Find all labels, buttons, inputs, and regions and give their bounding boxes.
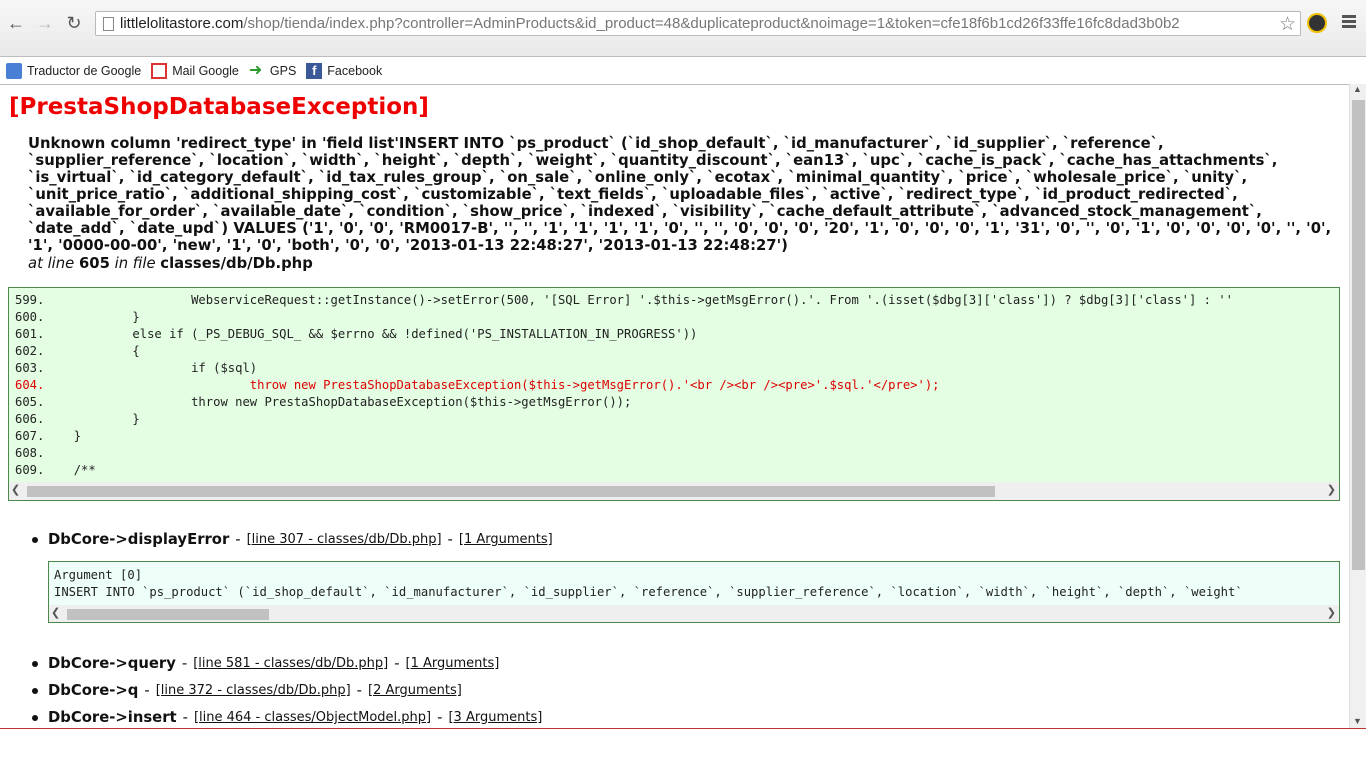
trace-item: DbCore->displayError - [line 307 - class…	[32, 531, 553, 548]
scroll-right-icon[interactable]: ❯	[1327, 483, 1336, 496]
error-location: at line 605 in file classes/db/Db.php	[28, 255, 313, 272]
exception-title: [PrestaShopDatabaseException]	[9, 94, 429, 120]
bookmark-label: Traductor de Google	[27, 64, 142, 78]
trace-item: DbCore->insert - [line 464 - classes/Obj…	[32, 709, 542, 726]
at-line-label: at line	[28, 255, 75, 272]
translate-icon	[6, 63, 22, 79]
bookmark-label: GPS	[269, 64, 297, 78]
bookmark-star-icon[interactable]: ☆	[1279, 13, 1296, 36]
reload-icon: ↻	[66, 12, 82, 33]
arrow-icon: ➜	[248, 62, 263, 79]
argument-value: INSERT INTO `ps_product` (`id_shop_defau…	[54, 585, 1243, 599]
scroll-left-icon[interactable]: ❮	[11, 483, 20, 496]
scrollbar-thumb[interactable]	[27, 486, 995, 497]
trace-args-link[interactable]: [3 Arguments]	[448, 710, 542, 725]
forward-button[interactable]: →	[33, 11, 57, 35]
gmail-icon	[151, 63, 168, 79]
reload-button[interactable]: ↻	[62, 11, 86, 35]
trace-item: DbCore->query - [line 581 - classes/db/D…	[32, 655, 499, 672]
trace-args-link[interactable]: [1 Arguments]	[406, 656, 500, 671]
error-line-number: 605	[79, 255, 110, 272]
code-line: 604. throw new PrestaShopDatabaseExcepti…	[15, 378, 940, 392]
facebook-icon: f	[306, 63, 323, 79]
url-text[interactable]: littlelolitastore.com/shop/tienda/index.…	[120, 15, 1180, 32]
scrollbar-thumb[interactable]	[67, 609, 269, 620]
forward-arrow-icon: →	[36, 12, 54, 33]
trace-line-link[interactable]: [line 464 - classes/ObjectModel.php]	[194, 710, 431, 725]
code-line: 601. else if (_PS_DEBUG_SQL_ && $errno &…	[15, 327, 698, 341]
browser-toolbar: ← → ↻ littlelolitastore.com/shop/tienda/…	[0, 0, 1366, 57]
divider	[0, 728, 1366, 729]
code-line: 603. if ($sql)	[15, 361, 258, 375]
code-excerpt: 599. WebserviceRequest::getInstance()->s…	[8, 287, 1340, 501]
bookmark-gmail[interactable]: Mail Google	[151, 60, 239, 82]
error-file: classes/db/Db.php	[160, 255, 313, 272]
trace-function: DbCore->query	[48, 655, 176, 672]
code-line: 607. }	[15, 429, 82, 443]
bookmarks-bar: Traductor de Google Mail Google ➜ GPS f Fa…	[0, 60, 382, 82]
code-line: 606. }	[15, 412, 140, 426]
code-line: 605. throw new PrestaShopDatabaseExcepti…	[15, 395, 632, 409]
bookmark-label: Facebook	[327, 64, 383, 78]
bookmark-gps[interactable]: ➜ GPS	[249, 60, 296, 82]
bullet-icon	[32, 714, 38, 721]
scroll-left-icon[interactable]: ❮	[51, 606, 60, 619]
argument-box: Argument [0] INSERT INTO `ps_product` (`…	[48, 561, 1340, 623]
bookmark-label: Mail Google	[172, 64, 239, 78]
trace-line-link[interactable]: [line 581 - classes/db/Db.php]	[193, 656, 388, 671]
code-line: 608.	[15, 446, 45, 460]
trace-function: DbCore->q	[48, 682, 139, 699]
trace-item: DbCore->q - [line 372 - classes/db/Db.ph…	[32, 682, 462, 699]
trace-function: DbCore->displayError	[48, 531, 230, 548]
page-viewport: [PrestaShopDatabaseException] Unknown co…	[0, 84, 1349, 728]
address-bar[interactable]: littlelolitastore.com/shop/tienda/index.…	[95, 11, 1301, 36]
trace-args-link[interactable]: [1 Arguments]	[459, 532, 553, 547]
trace-function: DbCore->insert	[48, 709, 177, 726]
menu-icon[interactable]	[1342, 15, 1356, 30]
code-line: 602. {	[15, 344, 140, 358]
url-host: littlelolitastore.com	[120, 15, 244, 32]
bullet-icon	[32, 660, 38, 667]
horizontal-scrollbar[interactable]: ❮ ❯	[49, 605, 1339, 622]
in-file-label: in file	[114, 255, 156, 272]
scroll-down-icon[interactable]: ▼	[1353, 716, 1362, 726]
bullet-icon	[32, 687, 38, 694]
bullet-icon	[32, 536, 38, 543]
page-icon	[96, 16, 120, 31]
url-path: /shop/tienda/index.php?controller=AdminP…	[243, 15, 1180, 32]
trace-line-link[interactable]: [line 372 - classes/db/Db.php]	[156, 683, 351, 698]
code-line: 599. WebserviceRequest::getInstance()->s…	[15, 293, 1234, 307]
scroll-right-icon[interactable]: ❯	[1327, 606, 1336, 619]
horizontal-scrollbar[interactable]: ❮ ❯	[9, 482, 1339, 500]
trace-args-link[interactable]: [2 Arguments]	[368, 683, 462, 698]
code-line: 600. }	[15, 310, 140, 324]
bookmark-translate[interactable]: Traductor de Google	[6, 60, 141, 82]
scrollbar-thumb[interactable]	[1352, 100, 1365, 570]
code-line: 609. /**	[15, 463, 96, 477]
argument-label: Argument [0]	[54, 568, 143, 582]
back-button[interactable]: ←	[4, 11, 28, 35]
extension-icon[interactable]	[1307, 13, 1327, 33]
back-arrow-icon: ←	[7, 12, 25, 33]
error-message: Unknown column 'redirect_type' in 'field…	[28, 135, 1332, 254]
trace-line-link[interactable]: [line 307 - classes/db/Db.php]	[247, 532, 442, 547]
bookmark-facebook[interactable]: f Facebook	[306, 60, 382, 82]
vertical-scrollbar[interactable]: ▲ ▼	[1349, 84, 1366, 728]
scroll-up-icon[interactable]: ▲	[1353, 84, 1362, 94]
